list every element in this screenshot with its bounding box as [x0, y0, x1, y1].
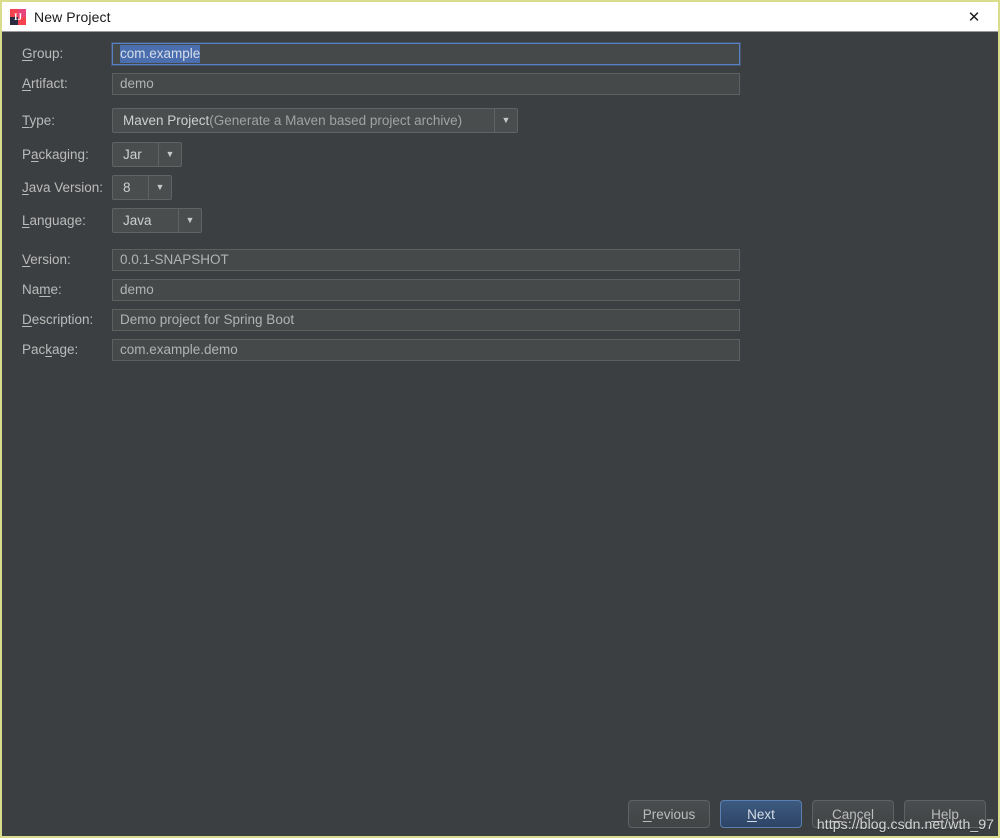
label-type: Type: — [22, 113, 56, 128]
chevron-down-icon[interactable]: ▼ — [158, 143, 181, 166]
cancel-button[interactable]: Cancel — [812, 800, 894, 828]
label-package: Package: — [22, 342, 79, 357]
label-group: Group: — [22, 46, 64, 61]
next-button[interactable]: Next — [720, 800, 802, 828]
previous-button-label: Previous — [642, 806, 696, 822]
combobox-value-packaging: Jar — [123, 147, 142, 162]
combobox-value-type: Maven Project (Generate a Maven based pr… — [123, 113, 463, 128]
input-artifact[interactable]: demo — [112, 73, 740, 95]
combobox-type[interactable]: Maven Project (Generate a Maven based pr… — [112, 108, 518, 133]
combobox-value-language: Java — [123, 213, 152, 228]
combobox-java-version[interactable]: 8 ▼ — [112, 175, 172, 200]
input-package[interactable]: com.example.demo — [112, 339, 740, 361]
label-java-version: Java Version: — [22, 180, 104, 195]
label-packaging: Packaging: — [22, 147, 89, 162]
input-group[interactable]: com.example — [112, 43, 740, 65]
window-title: New Project — [34, 8, 111, 25]
label-language: Language: — [22, 213, 86, 228]
intellij-idea-icon: IJ — [10, 8, 26, 25]
new-project-dialog: IJ New Project ✕ Group: com.example Artifa… — [0, 0, 1000, 838]
combobox-packaging[interactable]: Jar ▼ — [112, 142, 182, 167]
dialog-button-bar: Previous Next Cancel Help — [628, 800, 986, 828]
close-icon[interactable]: ✕ — [952, 2, 996, 33]
help-button-label: Help — [931, 806, 959, 822]
chevron-down-icon[interactable]: ▼ — [148, 176, 171, 199]
next-button-label: Next — [747, 806, 775, 822]
label-version: Version: — [22, 252, 71, 267]
input-version[interactable]: 0.0.1-SNAPSHOT — [112, 249, 740, 271]
input-project-name[interactable]: demo — [112, 279, 740, 301]
help-button[interactable]: Help — [904, 800, 986, 828]
label-artifact: Artifact: — [22, 76, 68, 91]
selected-text-group: com.example — [120, 45, 201, 63]
cancel-button-label: Cancel — [831, 806, 875, 822]
chevron-down-icon[interactable]: ▼ — [178, 209, 201, 232]
title-bar: IJ New Project ✕ — [2, 0, 998, 33]
previous-button[interactable]: Previous — [628, 800, 710, 828]
input-description[interactable]: Demo project for Spring Boot — [112, 309, 740, 331]
label-project-name: Name: — [22, 282, 62, 297]
combobox-value-detail-type: (Generate a Maven based project archive) — [209, 113, 463, 128]
combobox-language[interactable]: Java ▼ — [112, 208, 202, 233]
label-description: Description: — [22, 312, 94, 327]
dialog-body: Group: com.example Artifact: demo Type: Maven… — [2, 32, 998, 836]
chevron-down-icon[interactable]: ▼ — [494, 109, 517, 132]
combobox-value-java-version: 8 — [123, 180, 131, 195]
